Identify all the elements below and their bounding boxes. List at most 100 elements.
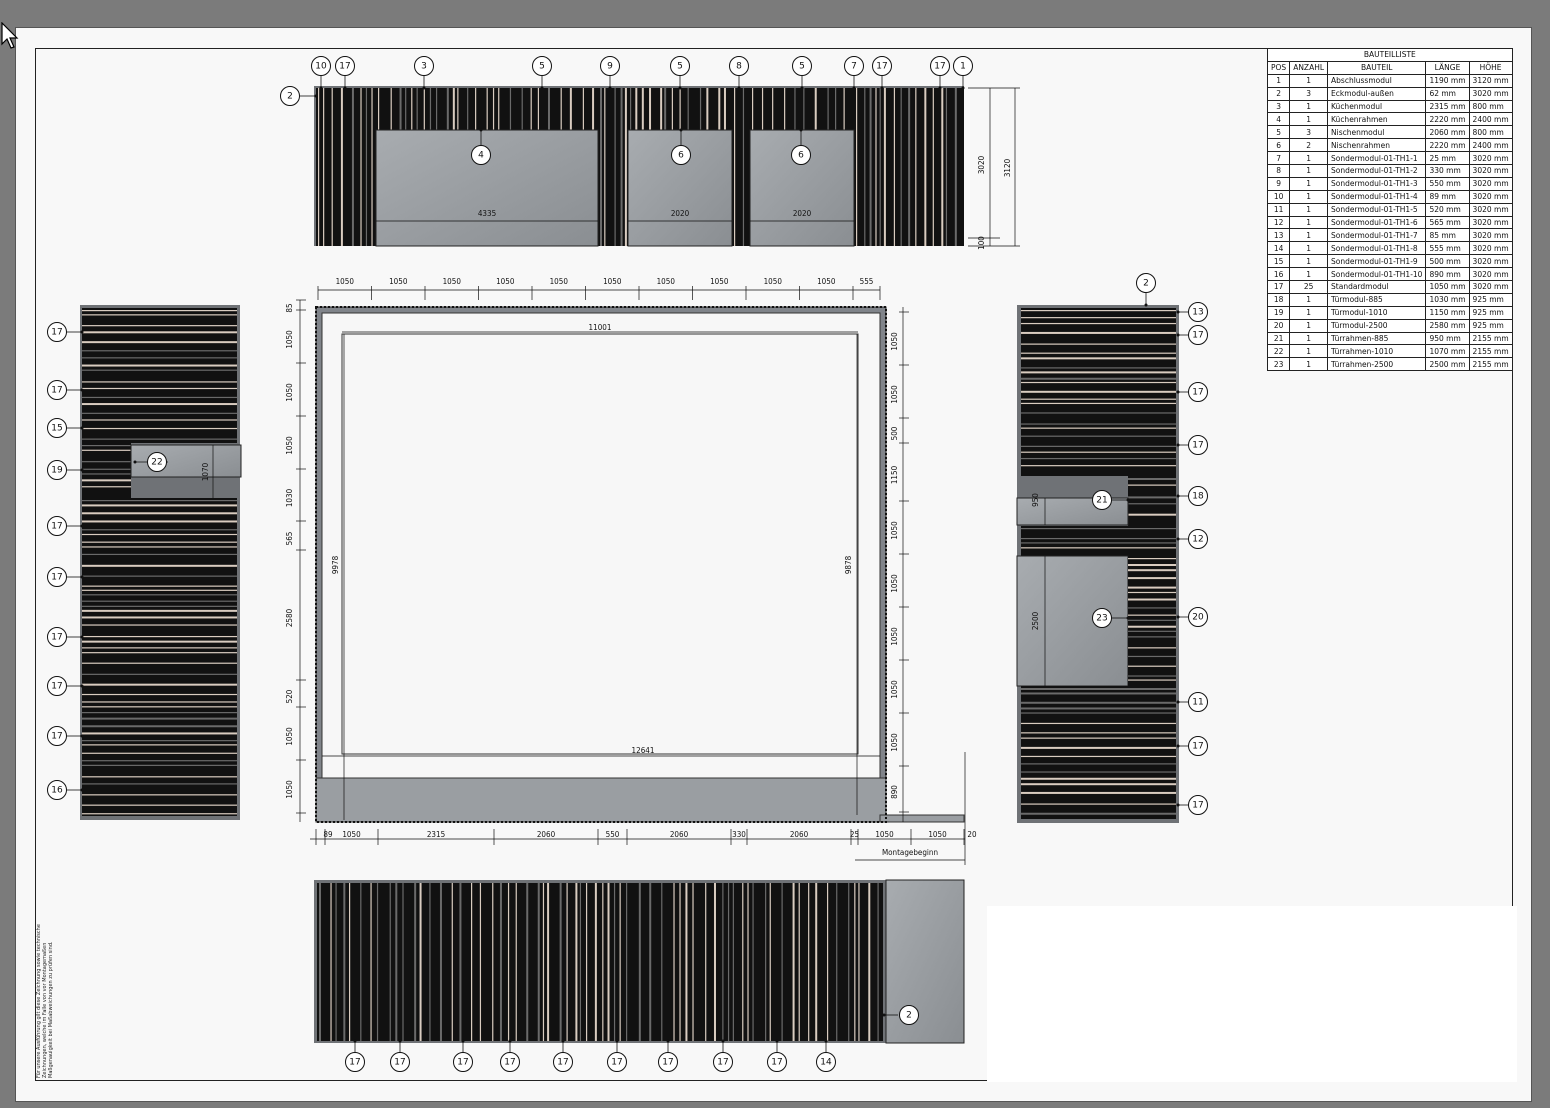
leader-arrow [1126, 498, 1130, 502]
title-block-area [987, 906, 1517, 1082]
cladding-board-gap [1128, 614, 1176, 616]
cladding-board-gap [82, 575, 237, 577]
callout-number: 8 [736, 62, 742, 72]
cladding-board-gap [82, 369, 237, 371]
position-callout: 17 [47, 516, 67, 536]
cell-laenge: 1190 mm [1425, 73, 1470, 88]
cladding-board-gap [641, 88, 644, 130]
dimension-label: 1050 [890, 574, 899, 593]
position-callout: 9 [600, 56, 620, 76]
cladding-board-gap [559, 883, 562, 1041]
dimension-label: 20 [967, 830, 977, 839]
bottom-elevation: 17 17 17 17 17 17 17 17 17 14 2 [314, 879, 965, 1072]
callout-number: 11 [1192, 698, 1203, 708]
cladding-board-gap [765, 883, 767, 1041]
dimension-label: 1070 [201, 462, 210, 481]
right-elevation: 950 2500 21 23 13 17 17 17 18 12 20 11 17 17 2 [1016, 273, 1208, 823]
position-callout: 17 [1188, 435, 1208, 455]
position-callout: 17 [1188, 736, 1208, 756]
cladding-board-gap [848, 883, 850, 1041]
cladding-board-gap [82, 712, 237, 714]
cladding-board-gap [1021, 771, 1176, 773]
cladding-board-gap [687, 88, 689, 130]
leader-arrow [1176, 390, 1180, 394]
cladding-board-gap [1021, 377, 1176, 380]
cladding-board-gap [1128, 665, 1176, 667]
cell-laenge: 950 mm [1425, 331, 1470, 346]
callout-number: 17 [51, 328, 62, 338]
cladding-board-gap [908, 88, 911, 246]
cladding-board-gap [547, 88, 550, 130]
table-row: 12 1 Sondermodul-01-TH1-6 565 mm 3020 mm [1266, 215, 1513, 230]
cell-anzahl: 1 [1289, 241, 1329, 256]
cladding-board-gap [82, 740, 237, 742]
cladding-board-gap [331, 88, 333, 246]
callout-number: 1 [960, 62, 966, 72]
leader-arrow [1176, 333, 1180, 337]
cladding-board-gap [82, 744, 237, 746]
cell-bauteil: Türmodul-2500 [1327, 318, 1427, 333]
cladding-board-gap [803, 88, 805, 130]
cell-pos: 14 [1266, 241, 1291, 256]
position-callout: 17 [1188, 795, 1208, 815]
leader-arrow [1176, 537, 1180, 541]
cladding-board-gap [1021, 331, 1176, 334]
cladding-board-gap [1128, 503, 1176, 505]
cladding-board-gap [856, 88, 858, 246]
table-row: 3 1 Küchenmodul 2315 mm 800 mm [1266, 99, 1513, 114]
cladding-board-gap [1128, 478, 1176, 480]
cladding-board-gap [1128, 625, 1176, 628]
dimension-label: 500 [890, 426, 899, 440]
cladding-board-gap [798, 883, 800, 1041]
table-row: 11 1 Sondermodul-01-TH1-5 520 mm 3020 mm [1266, 202, 1513, 217]
cladding-board-gap [360, 883, 362, 1041]
dimension-label: 1050 [764, 277, 783, 286]
cladding-board-gap [318, 88, 320, 246]
table-row: 1 1 Abschlussmodul 1190 mm 3120 mm [1266, 73, 1513, 88]
cell-pos: 13 [1266, 228, 1291, 243]
cladding-board-gap [854, 883, 856, 1041]
position-callout: 2 [899, 1005, 919, 1025]
cladding-board-gap [792, 883, 795, 1041]
cladding-board-gap [82, 541, 237, 543]
cell-anzahl: 1 [1289, 189, 1329, 204]
callout-number: 17 [1192, 742, 1203, 752]
table-row: 17 25 Standardmodul 1050 mm 3020 mm [1266, 280, 1513, 294]
cladding-board-gap [360, 88, 362, 246]
callout-number: 17 [934, 62, 945, 72]
cell-pos: 23 [1266, 357, 1291, 372]
callout-number: 18 [1192, 492, 1204, 502]
leader-arrow [561, 1039, 565, 1043]
cladding-board-gap [747, 883, 749, 1041]
cladding-board-gap [498, 88, 500, 130]
callout-number: 17 [51, 682, 62, 692]
cell-bauteil: Türmodul-1010 [1327, 305, 1427, 320]
dimension-label: 1050 [890, 680, 899, 699]
cell-hoehe: 3020 mm [1468, 176, 1513, 191]
cell-anzahl: 25 [1289, 280, 1329, 294]
cladding-board-gap [1021, 692, 1176, 695]
dimension-label: 2060 [537, 830, 556, 839]
cladding-board-gap [475, 88, 477, 130]
cell-bauteil: Sondermodul-01-TH1-6 [1327, 215, 1427, 230]
leader-arrow [800, 86, 804, 90]
cladding-board-gap [376, 883, 379, 1041]
cladding-board-gap [423, 88, 425, 130]
cladding-board-gap [82, 461, 131, 463]
dimension-label: 1050 [342, 830, 361, 839]
cladding-board-gap [82, 310, 237, 312]
cladding-board-gap [1021, 317, 1176, 319]
cladding-board-gap [82, 427, 237, 430]
cell-laenge: 89 mm [1425, 189, 1470, 204]
cell-anzahl: 1 [1289, 292, 1329, 307]
plan-start-strip [879, 814, 965, 823]
cladding-board-gap [706, 88, 709, 130]
cladding-board-gap [1021, 402, 1176, 405]
cladding-board-gap [1021, 791, 1176, 794]
table-row: 15 1 Sondermodul-01-TH1-9 500 mm 3020 mm [1266, 254, 1513, 269]
leader-arrow [1176, 744, 1180, 748]
cell-anzahl: 1 [1289, 176, 1329, 191]
callout-number: 2 [906, 1011, 912, 1021]
cladding-board-gap [945, 88, 948, 246]
frame-callout: 21 [1092, 490, 1112, 510]
